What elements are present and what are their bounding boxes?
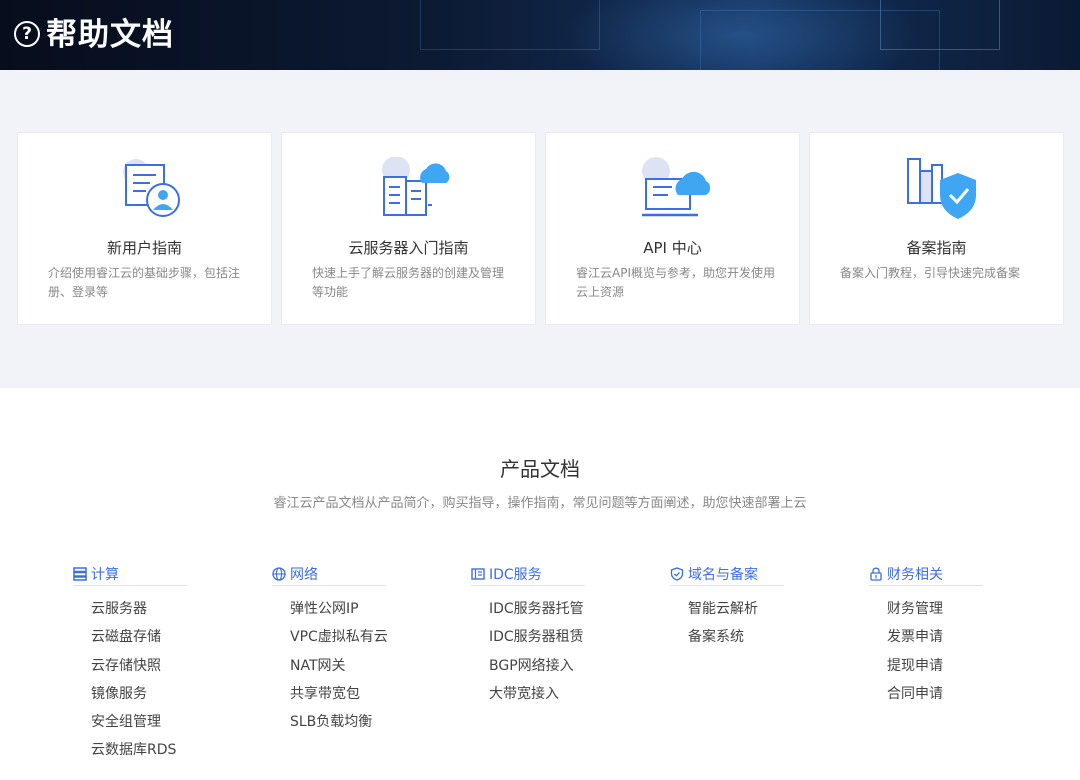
doc-link[interactable]: BGP网络接入 (489, 656, 671, 684)
shield-check-icon (670, 566, 684, 581)
card-title: API 中心 (643, 239, 702, 257)
doc-link[interactable]: IDC服务器托管 (489, 599, 671, 627)
doc-link[interactable]: 提现申请 (887, 656, 1069, 684)
guide-card-api-center[interactable]: API 中心 睿江云API概览与参考，助您开发使用云上资源 (545, 132, 800, 325)
doc-category-idc: IDC服务 IDC服务器托管 IDC服务器租赁 BGP网络接入 大带宽接入 (471, 562, 671, 712)
doc-category-domain: 域名与备案 智能云解析 备案系统 (670, 562, 870, 656)
category-items: IDC服务器托管 IDC服务器租赁 BGP网络接入 大带宽接入 (489, 599, 671, 712)
card-title: 新用户指南 (106, 239, 182, 257)
doc-link[interactable]: 大带宽接入 (489, 684, 671, 712)
category-label: 计算 (91, 566, 119, 583)
doc-link[interactable]: 发票申请 (887, 627, 1069, 655)
guide-card-cloud-server[interactable]: 云服务器入门指南 快速上手了解云服务器的创建及管理等功能 (281, 132, 536, 325)
globe-icon (272, 566, 286, 581)
new-user-guide-icon (123, 159, 180, 217)
doc-category-compute: 计算 云服务器 云磁盘存储 云存储快照 镜像服务 安全组管理 云数据库RDS (73, 562, 273, 769)
docs-section-title: 产品文档 (500, 457, 580, 481)
doc-link[interactable]: IDC服务器租赁 (489, 627, 671, 655)
server-icon (73, 566, 87, 581)
idc-icon (471, 567, 485, 580)
card-desc: 睿江云API概览与参考，助您开发使用云上资源 (576, 266, 775, 299)
doc-link[interactable]: 云磁盘存储 (91, 627, 273, 655)
doc-link[interactable]: NAT网关 (290, 656, 472, 684)
category-header[interactable]: 计算 (73, 562, 187, 586)
page-title: 帮助文档 (46, 17, 174, 53)
guide-card-filing[interactable]: 备案指南 备案入门教程，引导快速完成备案 (809, 132, 1064, 325)
doc-link[interactable]: VPC虚拟私有云 (290, 627, 472, 655)
category-items: 智能云解析 备案系统 (688, 599, 870, 656)
card-desc: 介绍使用睿江云的基础步骤，包括注册、登录等 (48, 266, 241, 299)
guide-section: 新用户指南 介绍使用睿江云的基础步骤，包括注册、登录等 云服务器入门指南 快速上… (0, 70, 1080, 388)
filing-guide-icon (907, 158, 976, 219)
category-header[interactable]: IDC服务 (471, 562, 585, 586)
category-label: IDC服务 (489, 566, 542, 583)
doc-link[interactable]: 云服务器 (91, 599, 273, 627)
doc-category-network: 网络 弹性公网IP VPC虚拟私有云 NAT网关 共享带宽包 SLB负载均衡 (272, 562, 472, 740)
header-banner: ? 帮助文档 (0, 0, 1080, 70)
category-header[interactable]: 财务相关 (869, 562, 983, 586)
card-title: 备案指南 (906, 239, 967, 257)
api-center-icon (642, 157, 711, 217)
card-desc: 备案入门教程，引导快速完成备案 (840, 266, 1021, 280)
category-header[interactable]: 网络 (272, 562, 386, 586)
category-label: 域名与备案 (688, 566, 758, 583)
doc-link[interactable]: 共享带宽包 (290, 684, 472, 712)
doc-link[interactable]: 智能云解析 (688, 599, 870, 627)
doc-link[interactable]: 镜像服务 (91, 684, 273, 712)
category-items: 财务管理 发票申请 提现申请 合同申请 (887, 599, 1069, 712)
doc-link[interactable]: 云数据库RDS (91, 740, 273, 768)
doc-link[interactable]: 安全组管理 (91, 712, 273, 740)
doc-link[interactable]: 云存储快照 (91, 656, 273, 684)
doc-category-finance: 财务相关 财务管理 发票申请 提现申请 合同申请 (869, 562, 1069, 712)
card-desc: 快速上手了解云服务器的创建及管理等功能 (312, 266, 505, 299)
cloud-server-guide-icon (382, 157, 450, 216)
doc-link[interactable]: 备案系统 (688, 627, 870, 655)
doc-link[interactable]: SLB负载均衡 (290, 712, 472, 740)
category-label: 网络 (290, 566, 318, 583)
doc-link[interactable]: 合同申请 (887, 684, 1069, 712)
question-circle-icon: ? (14, 20, 40, 47)
banner-decoration (420, 0, 600, 50)
doc-link[interactable]: 财务管理 (887, 599, 1069, 627)
banner-title-wrap: ? 帮助文档 (14, 9, 174, 54)
lock-money-icon (870, 567, 882, 581)
category-header[interactable]: 域名与备案 (670, 562, 784, 586)
banner-decoration (880, 0, 1000, 50)
category-items: 弹性公网IP VPC虚拟私有云 NAT网关 共享带宽包 SLB负载均衡 (290, 599, 472, 740)
card-title: 云服务器入门指南 (348, 239, 469, 257)
guide-card-new-user[interactable]: 新用户指南 介绍使用睿江云的基础步骤，包括注册、登录等 (17, 132, 272, 325)
category-label: 财务相关 (887, 566, 943, 583)
doc-link[interactable]: 弹性公网IP (290, 599, 472, 627)
category-items: 云服务器 云磁盘存储 云存储快照 镜像服务 安全组管理 云数据库RDS (91, 599, 273, 769)
docs-section-subtitle: 睿江云产品文档从产品简介，购买指导，操作指南，常见问题等方面阐述，助您快速部署上… (273, 496, 807, 511)
